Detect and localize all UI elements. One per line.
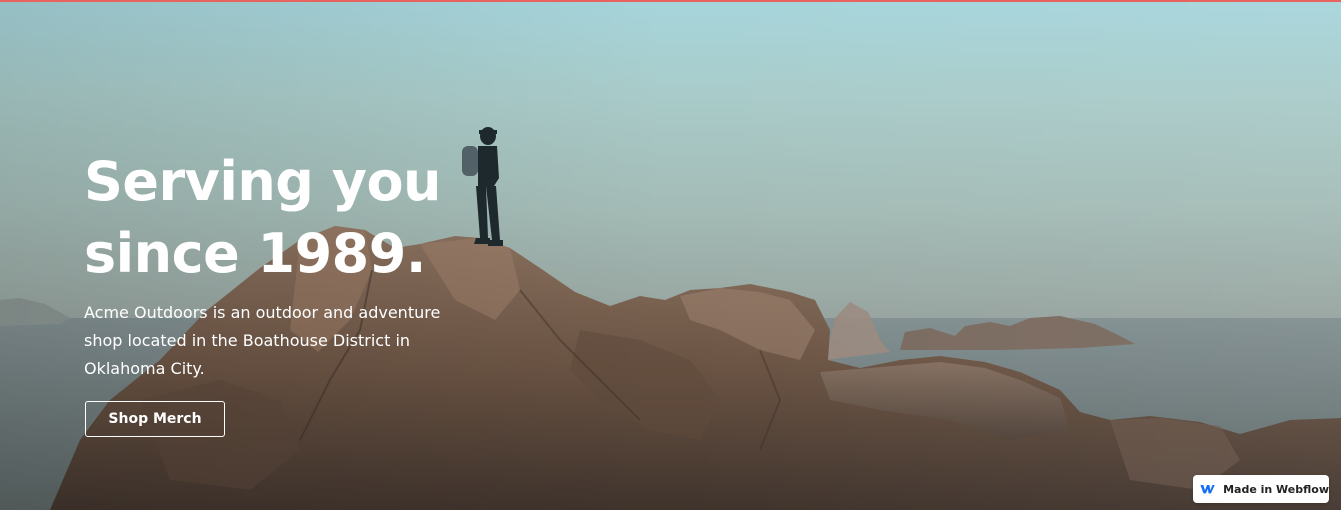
hero-section: Serving you since 1989. Acme Outdoors is… bbox=[0, 0, 1341, 510]
headline-line-2: since 1989. bbox=[84, 222, 426, 285]
hero-copy: Serving you since 1989. Acme Outdoors is… bbox=[84, 146, 504, 383]
hero-headline: Serving you since 1989. bbox=[84, 146, 504, 290]
distant-rock-left bbox=[0, 298, 70, 326]
top-accent-bar bbox=[0, 0, 1341, 2]
made-in-webflow-badge[interactable]: Made in Webflow bbox=[1193, 475, 1329, 503]
webflow-logo-icon bbox=[1200, 485, 1215, 494]
badge-label: Made in Webflow bbox=[1223, 482, 1329, 496]
hero-subtext: Acme Outdoors is an outdoor and adventur… bbox=[84, 303, 441, 378]
headline-line-1: Serving you bbox=[84, 150, 442, 213]
shop-merch-button[interactable]: Shop Merch bbox=[85, 401, 225, 437]
